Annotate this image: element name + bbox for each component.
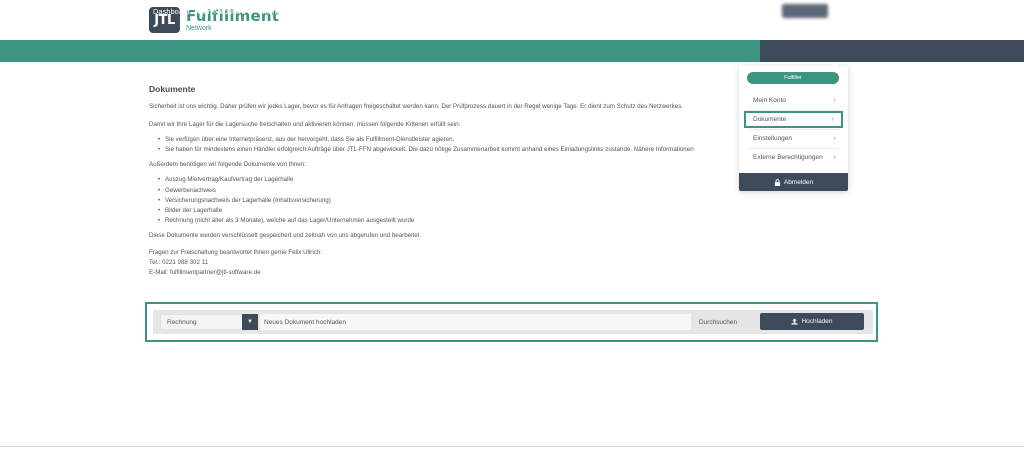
required-docs-list: Auszug Mietvertrag/Kaufvertrag der Lager…	[149, 175, 749, 226]
upload-icon	[791, 318, 799, 325]
list-item: Gewerbenachweis	[158, 186, 749, 196]
lock-icon	[774, 178, 780, 186]
intro-text: Sicherheit ist uns wichtig. Daher prüfen…	[149, 103, 684, 110]
upload-button-label: Hochladen	[801, 318, 833, 325]
user-icon	[831, 6, 844, 17]
docs-intro: Außerdem benötigen wir folgende Dokument…	[149, 161, 306, 169]
user-dropdown-menu: Fulfiller Mein Konto › Dokumente › Einstel…	[739, 62, 848, 191]
file-input[interactable]: Neues Dokument hochladen	[260, 314, 691, 330]
criteria-list: Sie verfügen über eine Internetpräsenz, …	[149, 135, 749, 156]
chevron-down-icon: ▼	[317, 8, 324, 14]
menu-item-externe-berechtigungen[interactable]: Externe Berechtigungen ›	[744, 149, 843, 166]
menu-item-label: Dokumente	[753, 116, 787, 123]
nav-item-label: Meine Vorgänge	[260, 6, 315, 16]
nav-menu: Dashboard Mein Netzwerk ▼ Meine Vorgänge ▼…	[153, 0, 437, 22]
nav-item-dashboard[interactable]: Dashboard	[153, 7, 190, 16]
nav-item-lager-suchen[interactable]: Lager suchen	[330, 7, 375, 16]
nav-item-label: Mein Netzwerk	[195, 6, 246, 16]
list-item: Versicherungsnachweis der Lagerhalle (In…	[158, 196, 749, 206]
nav-item-label: Lager suchen	[329, 6, 376, 16]
chevron-down-icon: ▼	[248, 8, 255, 14]
chevron-right-icon: ›	[833, 154, 836, 161]
nav-item-meine-inserate[interactable]: Meine Inserate	[381, 7, 431, 16]
list-item: Auszug Mietvertrag/Kaufvertrag der Lager…	[158, 175, 749, 185]
chevron-right-icon: ›	[833, 135, 836, 142]
list-item: Rechnung (nicht älter als 3 Monate), wel…	[158, 216, 749, 226]
contact-email[interactable]: E-Mail: fulfillmentpartner@jtl-software.…	[149, 268, 749, 278]
contact-line: Fragen zur Freischaltung beantwortet Ihn…	[149, 249, 322, 257]
user-menu-toggle[interactable]	[830, 5, 844, 17]
browse-button[interactable]: Durchsuchen	[693, 314, 743, 330]
language-label: DE	[852, 6, 863, 16]
menu-item-label: Mein Konto	[753, 97, 786, 104]
menu-item-einstellungen[interactable]: Einstellungen ›	[744, 130, 843, 147]
nav-item-mein-netzwerk[interactable]: Mein Netzwerk ▼	[196, 7, 255, 16]
logout-label: Abmelden	[783, 178, 814, 186]
upload-button[interactable]: Hochladen	[760, 313, 864, 330]
encryption-note: Diese Dokumente werden verschlüsselt ges…	[149, 232, 422, 240]
chevron-right-icon: ›	[831, 116, 834, 123]
page-title: Dokumente	[149, 84, 196, 94]
chevron-down-icon: ▼	[865, 8, 872, 14]
main-navbar	[0, 40, 1024, 62]
menu-item-label: Externe Berechtigungen	[753, 154, 823, 161]
document-type-select[interactable]: Rechnung ▼	[160, 314, 258, 330]
logout-button[interactable]: Abmelden	[739, 173, 848, 191]
list-item[interactable]: Sie haben für mindestens einen Händler e…	[158, 145, 749, 155]
menu-item-mein-konto[interactable]: Mein Konto ›	[744, 92, 843, 109]
navbar-user-area	[760, 40, 1024, 62]
nav-item-label: Meine Inserate	[381, 6, 431, 16]
contact-phone: Tel.: 0221 988 302 11	[149, 259, 209, 267]
chevron-right-icon: ›	[833, 97, 836, 104]
user-name-redacted	[782, 4, 828, 18]
nav-item-label: Dashboard	[153, 6, 190, 16]
page-bottom-divider	[0, 446, 1024, 447]
document-type-value: Rechnung	[167, 318, 197, 326]
chevron-down-icon[interactable]: ▼	[242, 314, 258, 330]
list-item: Bilder der Lagerhalle	[158, 206, 749, 216]
menu-item-label: Einstellungen	[753, 135, 793, 142]
criteria-intro: Damit wir Ihre Lager für die Lagersuche …	[149, 121, 461, 128]
documents-content: Dokumente Sicherheit ist uns wichtig. Da…	[149, 84, 749, 278]
brand-subtitle: Network	[186, 24, 212, 32]
language-selector[interactable]: DE ▼	[852, 0, 871, 22]
role-badge: Fulfiller	[747, 72, 839, 84]
menu-item-dokumente[interactable]: Dokumente ›	[744, 111, 843, 128]
nav-item-meine-vorgaenge[interactable]: Meine Vorgänge ▼	[260, 7, 324, 16]
list-item: Sie verfügen über eine Internetpräsenz, …	[158, 135, 749, 145]
